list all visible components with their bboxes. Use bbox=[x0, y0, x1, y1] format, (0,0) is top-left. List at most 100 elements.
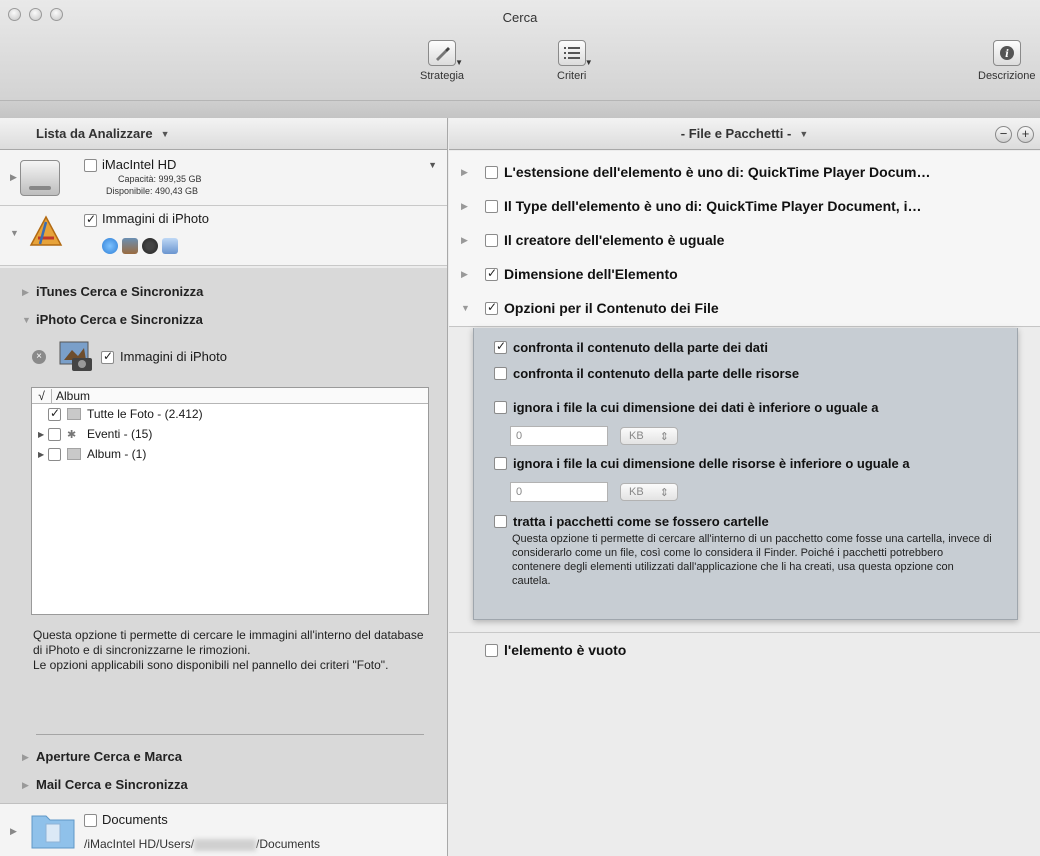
documents-source-row[interactable]: ▶ Documents /iMacIntel HD/Users/ /Documen… bbox=[0, 803, 447, 856]
content-options-panel: confronta il contenuto della parte dei d… bbox=[473, 328, 1018, 620]
description-line: Le opzioni applicabili sono disponibili … bbox=[33, 658, 389, 672]
criterion-checkbox[interactable] bbox=[485, 266, 498, 281]
option-checkbox[interactable] bbox=[494, 339, 507, 354]
disclosure-triangle-icon[interactable]: ▶ bbox=[461, 235, 475, 246]
packages-description: Questa opzione ti permette di cercare al… bbox=[512, 533, 992, 587]
album-checkbox[interactable] bbox=[48, 406, 61, 421]
plugin-itunes[interactable]: iTunes Cerca e Sincronizza bbox=[36, 284, 203, 299]
resource-size-unit-select[interactable]: KB ⇕ bbox=[620, 483, 678, 501]
disclosure-triangle-icon[interactable]: ▶ bbox=[10, 826, 17, 837]
disclosure-triangle-icon[interactable]: ▶ bbox=[461, 201, 475, 212]
criterion-item-empty[interactable]: l'elemento è vuoto bbox=[485, 642, 626, 658]
criterion-type[interactable]: ▶ Il Type dell'elemento è uno di: QuickTi… bbox=[449, 189, 1040, 223]
add-criterion-button[interactable]: + bbox=[1017, 126, 1034, 143]
album-checkbox[interactable] bbox=[48, 447, 61, 461]
album-row-events[interactable]: ▶ ✱ Eventi - (15) bbox=[32, 424, 428, 444]
criterion-creator[interactable]: ▶ Il creatore dell'elemento è uguale bbox=[449, 223, 1040, 257]
brush-icon: ▼ bbox=[428, 40, 463, 67]
option-checkbox[interactable] bbox=[494, 515, 507, 528]
criterion-checkbox[interactable] bbox=[485, 233, 498, 247]
option-checkbox[interactable] bbox=[494, 457, 507, 470]
album-row-album[interactable]: ▶ Album - (1) bbox=[32, 444, 428, 464]
album-label: Eventi - (15) bbox=[87, 427, 153, 441]
criterion-label: l'elemento è vuoto bbox=[504, 642, 627, 658]
album-icon bbox=[67, 448, 81, 460]
disclosure-triangle-icon[interactable]: ▶ bbox=[38, 450, 48, 459]
disclosure-triangle-icon[interactable]: ▼ bbox=[461, 303, 475, 313]
data-size-unit-select[interactable]: KB ⇕ bbox=[620, 427, 678, 445]
iphoto-camera-icon bbox=[58, 340, 94, 372]
svg-text:i: i bbox=[1005, 49, 1009, 60]
plugin-iphoto[interactable]: iPhoto Cerca e Sincronizza bbox=[36, 312, 203, 327]
criteria-header[interactable]: - File e Pacchetti - ▼ bbox=[449, 118, 1040, 150]
window-title: Cerca bbox=[502, 10, 538, 25]
criterion-checkbox[interactable] bbox=[485, 300, 498, 315]
disclosure-triangle-icon[interactable]: ▶ bbox=[22, 287, 29, 298]
option-treat-packages[interactable]: tratta i pacchetti come se fossero carte… bbox=[494, 514, 769, 529]
criterion-checkbox[interactable] bbox=[485, 643, 498, 657]
criterion-label: Dimensione dell'Elemento bbox=[504, 266, 678, 282]
album-row-all-photos[interactable]: Tutte le Foto - (2.412) bbox=[32, 404, 428, 424]
plugin-aperture[interactable]: Aperture Cerca e Marca bbox=[36, 749, 182, 764]
option-compare-resources[interactable]: confronta il contenuto della parte delle… bbox=[494, 366, 799, 381]
option-label: ignora i file la cui dimensione delle ri… bbox=[513, 456, 910, 471]
album-checkbox[interactable] bbox=[48, 427, 61, 441]
plugin-mail[interactable]: Mail Cerca e Sincronizza bbox=[36, 777, 188, 792]
option-compare-data[interactable]: confronta il contenuto della parte dei d… bbox=[494, 339, 768, 355]
itunes-icon bbox=[102, 238, 118, 254]
folder-icon bbox=[30, 810, 76, 850]
criteria-tool-button[interactable]: ▼ Criteri bbox=[557, 40, 593, 82]
option-label: tratta i pacchetti come se fossero carte… bbox=[513, 514, 769, 529]
criteria-list: ▶ L'estensione dell'elemento è uno di: Qu… bbox=[449, 151, 1040, 327]
criterion-content-options[interactable]: ▼ Opzioni per il Contenuto dei File bbox=[449, 291, 1040, 325]
volume-menu-arrow-icon[interactable]: ▼ bbox=[428, 160, 437, 170]
remove-circle-icon[interactable]: × bbox=[32, 350, 46, 364]
option-ignore-resource-size[interactable]: ignora i file la cui dimensione delle ri… bbox=[494, 456, 910, 471]
description-tool-button[interactable]: i Descrizione bbox=[978, 40, 1035, 82]
divider bbox=[36, 734, 424, 735]
iphoto-source-row[interactable]: ▼ Immagini di iPhoto bbox=[0, 206, 447, 266]
option-checkbox[interactable] bbox=[494, 401, 507, 414]
disclosure-triangle-icon[interactable]: ▼ bbox=[10, 228, 19, 238]
iphoto-images-checkbox[interactable] bbox=[101, 349, 114, 364]
criterion-checkbox[interactable] bbox=[485, 165, 498, 179]
volume-capacity: Capacità: 999,35 GB bbox=[118, 174, 202, 184]
info-icon: i bbox=[992, 40, 1021, 66]
scan-list-panel: Lista da Analizzare ▼ ▶ iMacIntel HD ▼ C… bbox=[0, 118, 448, 856]
plugin-icons bbox=[102, 238, 178, 254]
iphoto-plugin-description: Questa opzione ti permette di cercare le… bbox=[33, 628, 433, 673]
criterion-size[interactable]: ▶ Dimensione dell'Elemento bbox=[449, 257, 1040, 291]
volume-row[interactable]: ▶ iMacIntel HD ▼ Capacità: 999,35 GB Dis… bbox=[0, 150, 447, 206]
data-size-input[interactable]: 0 bbox=[510, 426, 608, 446]
disclosure-triangle-icon[interactable]: ▶ bbox=[22, 780, 29, 791]
album-column-header[interactable]: Album bbox=[52, 389, 90, 403]
criterion-label: Il creatore dell'elemento è uguale bbox=[504, 232, 725, 248]
toolbar-separator bbox=[0, 100, 1040, 118]
chevron-down-icon: ▼ bbox=[799, 128, 809, 139]
documents-checkbox[interactable] bbox=[84, 814, 97, 827]
iphoto-source-checkbox[interactable] bbox=[84, 212, 97, 227]
redacted-username bbox=[194, 838, 257, 851]
resource-size-input[interactable]: 0 bbox=[510, 482, 608, 502]
scan-list-title: Lista da Analizzare bbox=[36, 126, 153, 141]
criterion-label: Opzioni per il Contenuto dei File bbox=[504, 300, 719, 316]
criterion-label: Il Type dell'elemento è uno di: QuickTim… bbox=[504, 198, 922, 214]
disclosure-triangle-icon[interactable]: ▶ bbox=[22, 752, 29, 763]
disclosure-triangle-icon[interactable]: ▶ bbox=[461, 167, 475, 178]
criterion-checkbox[interactable] bbox=[485, 199, 498, 213]
stepper-arrows-icon: ⇕ bbox=[659, 430, 669, 443]
disclosure-triangle-icon[interactable]: ▼ bbox=[22, 315, 31, 325]
strategy-tool-button[interactable]: ▼ Strategia bbox=[420, 40, 464, 82]
volume-checkbox[interactable] bbox=[84, 159, 97, 172]
criterion-extension[interactable]: ▶ L'estensione dell'elemento è uno di: Qu… bbox=[449, 155, 1040, 189]
check-column-header[interactable]: √ bbox=[32, 388, 52, 403]
remove-criterion-button[interactable]: − bbox=[995, 126, 1012, 143]
disclosure-triangle-icon[interactable]: ▶ bbox=[38, 430, 48, 439]
option-ignore-data-size[interactable]: ignora i file la cui dimensione dei dati… bbox=[494, 400, 879, 415]
option-checkbox[interactable] bbox=[494, 367, 507, 380]
documents-name: Documents bbox=[102, 812, 168, 827]
criteria-group-title: - File e Pacchetti - bbox=[680, 126, 792, 141]
scan-list-header[interactable]: Lista da Analizzare ▼ bbox=[0, 118, 447, 150]
disclosure-triangle-icon[interactable]: ▶ bbox=[461, 269, 475, 280]
disclosure-triangle-icon[interactable]: ▶ bbox=[10, 172, 17, 183]
